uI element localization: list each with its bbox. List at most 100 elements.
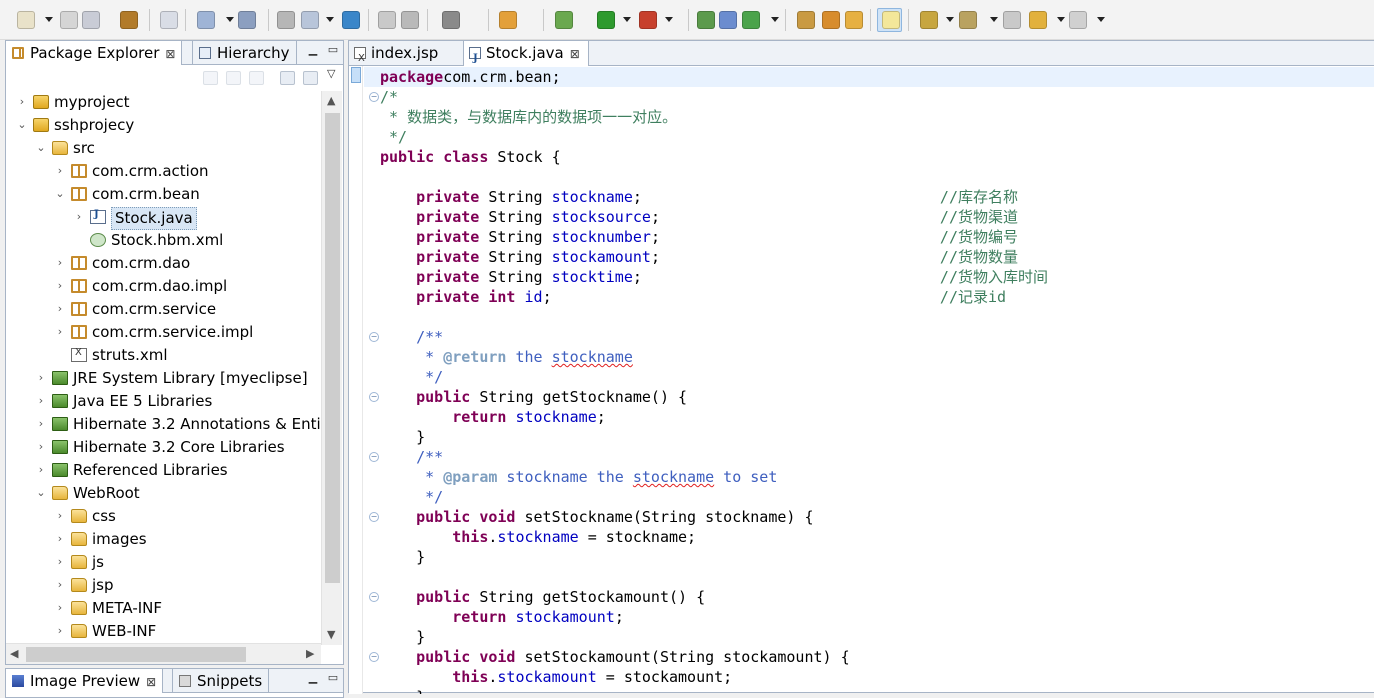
new-icon[interactable] — [17, 11, 35, 29]
chevron-right-icon[interactable]: › — [54, 165, 66, 177]
tree-item[interactable]: › images — [6, 528, 321, 551]
run-icon[interactable] — [597, 11, 615, 29]
tab-index-jsp[interactable]: index.jsp — [349, 41, 446, 71]
tree-item[interactable]: › Stock.java — [6, 206, 321, 230]
chevron-down-icon[interactable]: ⌄ — [16, 119, 28, 131]
tree-item[interactable]: › Java EE 5 Libraries — [6, 390, 321, 413]
fold-toggle-icon[interactable]: − — [369, 452, 379, 462]
tree-item[interactable]: › com.crm.service — [6, 298, 321, 321]
chevron-down-icon[interactable]: ⌄ — [35, 487, 47, 499]
debug-icon[interactable] — [555, 11, 573, 29]
tree-item[interactable]: › css — [6, 505, 321, 528]
close-icon[interactable]: ⊠ — [146, 675, 156, 689]
tree-item[interactable]: › com.crm.service.impl — [6, 321, 321, 344]
back-icon[interactable] — [203, 71, 218, 85]
chevron-down-icon[interactable] — [623, 17, 631, 22]
tree-item[interactable]: › Hibernate 3.2 Core Libraries — [6, 436, 321, 459]
minimize-icon[interactable]: ▁ — [306, 43, 320, 57]
scrollbar-thumb[interactable] — [325, 113, 340, 583]
open-perspective-icon[interactable] — [797, 11, 815, 29]
chevron-down-icon[interactable] — [771, 17, 779, 22]
chevron-down-icon[interactable] — [1057, 17, 1065, 22]
chevron-right-icon[interactable]: › — [54, 303, 66, 315]
chevron-right-icon[interactable]: › — [54, 556, 66, 568]
tree-item[interactable]: › META-INF — [6, 597, 321, 620]
next-annotation-icon[interactable] — [920, 11, 938, 29]
open-task-icon[interactable] — [301, 11, 319, 29]
chevron-down-icon[interactable] — [226, 17, 234, 22]
code-area[interactable]: packagecom.crm.bean; −/* * 数据类，与数据库内的数据项一… — [349, 66, 1374, 694]
chevron-down-icon[interactable] — [45, 17, 53, 22]
tree-item[interactable]: › jsp — [6, 574, 321, 597]
save-icon[interactable] — [60, 11, 78, 29]
close-icon[interactable]: ⊠ — [165, 47, 175, 61]
chevron-down-icon[interactable] — [1097, 17, 1105, 22]
close-icon[interactable]: ⊠ — [570, 47, 580, 61]
tree-item[interactable]: › com.crm.action — [6, 160, 321, 183]
external-tools-icon[interactable] — [639, 11, 657, 29]
tree-item[interactable]: struts.xml — [6, 344, 321, 367]
chevron-right-icon[interactable]: › — [35, 441, 47, 453]
fold-toggle-icon[interactable]: − — [369, 512, 379, 522]
tab-image-preview[interactable]: Image Preview ⊠ — [6, 669, 164, 693]
chevron-right-icon[interactable]: › — [35, 395, 47, 407]
tree-item[interactable]: › Referenced Libraries — [6, 459, 321, 482]
tree-vertical-scrollbar[interactable]: ▲ ▼ — [321, 91, 342, 645]
minimize-icon[interactable]: ▁ — [306, 671, 320, 685]
mark-occurrences-icon[interactable] — [882, 11, 900, 29]
forward-icon[interactable] — [226, 71, 241, 85]
link-with-editor-icon[interactable] — [303, 71, 318, 85]
chevron-down-icon[interactable] — [665, 17, 673, 22]
chevron-down-icon[interactable] — [326, 17, 334, 22]
fold-toggle-icon[interactable]: − — [369, 392, 379, 402]
chevron-down-icon[interactable] — [990, 17, 998, 22]
search-icon[interactable] — [238, 11, 256, 29]
scroll-right-icon[interactable]: ▶ — [306, 648, 314, 660]
forward-history-icon[interactable] — [401, 11, 419, 29]
globe-icon[interactable] — [342, 11, 360, 29]
open-type-icon[interactable] — [277, 11, 295, 29]
servers-icon[interactable] — [697, 11, 715, 29]
chevron-down-icon[interactable] — [946, 17, 954, 22]
chevron-down-icon[interactable]: ⌄ — [35, 142, 47, 154]
chevron-right-icon[interactable]: › — [54, 625, 66, 637]
fold-toggle-icon[interactable]: − — [369, 592, 379, 602]
fold-toggle-icon[interactable]: − — [369, 332, 379, 342]
chevron-right-icon[interactable]: › — [54, 257, 66, 269]
tab-snippets[interactable]: Snippets — [172, 669, 270, 693]
scrollbar-thumb[interactable] — [26, 647, 246, 662]
maximize-icon[interactable]: ▭ — [326, 43, 340, 57]
last-edit-icon[interactable] — [1003, 11, 1021, 29]
scroll-left-icon[interactable]: ◀ — [10, 648, 18, 660]
tree-item[interactable]: › js — [6, 551, 321, 574]
tree-horizontal-scrollbar[interactable]: ◀ ▶ — [6, 643, 321, 664]
view-menu-icon[interactable]: ▽ — [327, 67, 335, 80]
tab-stock-java[interactable]: Stock.java ⊠ — [463, 41, 589, 71]
chevron-right-icon[interactable]: › — [35, 418, 47, 430]
maximize-icon[interactable]: ▭ — [326, 671, 340, 685]
tree-item[interactable]: ⌄ sshprojecy — [6, 114, 321, 137]
previous-annotation-icon[interactable] — [959, 11, 977, 29]
chevron-right-icon[interactable]: › — [54, 280, 66, 292]
tree-item[interactable]: ⌄ WebRoot — [6, 482, 321, 505]
fold-toggle-icon[interactable]: − — [369, 92, 379, 102]
print-icon[interactable] — [82, 11, 100, 29]
new-project-icon[interactable] — [499, 11, 517, 29]
tree-item[interactable]: ⌄ src — [6, 137, 321, 160]
tree-item[interactable]: ⌄ com.crm.bean — [6, 183, 321, 206]
chevron-right-icon[interactable]: › — [54, 602, 66, 614]
tab-hierarchy[interactable]: Hierarchy — [192, 41, 297, 65]
chevron-right-icon[interactable]: › — [35, 372, 47, 384]
server-icon[interactable] — [160, 11, 178, 29]
fold-toggle-icon[interactable]: − — [369, 652, 379, 662]
terminal-icon[interactable] — [442, 11, 460, 29]
tree-item[interactable]: › WEB-INF — [6, 620, 321, 643]
up-icon[interactable] — [249, 71, 264, 85]
chevron-down-icon[interactable]: ⌄ — [54, 188, 66, 200]
tree-item[interactable]: › JRE System Library [myeclipse] — [6, 367, 321, 390]
tree-item[interactable]: › Hibernate 3.2 Annotations & Entity — [6, 413, 321, 436]
scroll-down-icon[interactable]: ▼ — [327, 629, 335, 641]
browser-icon[interactable] — [719, 11, 737, 29]
deploy-icon[interactable] — [120, 11, 138, 29]
chevron-right-icon[interactable]: › — [73, 211, 85, 223]
